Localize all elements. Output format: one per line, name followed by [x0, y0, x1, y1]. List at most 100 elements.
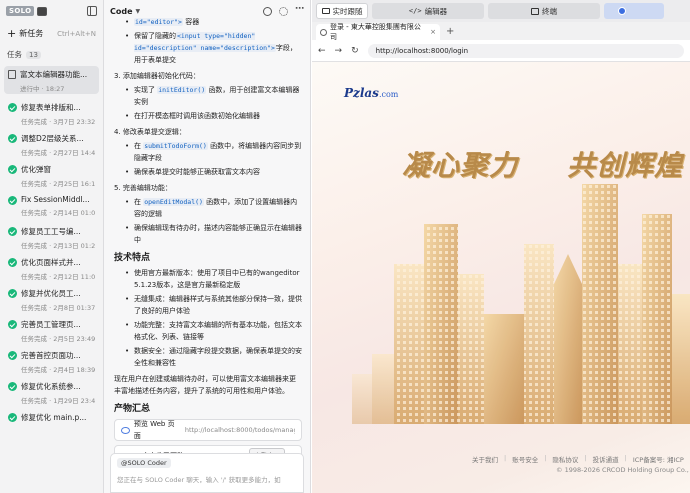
list-item-text: 在: [134, 198, 141, 206]
task-meta: 任务完成 · 2月14日 01:05: [21, 209, 95, 217]
task-item[interactable]: 优化页面样式并... 任务完成 · 2月12日 11:05: [4, 254, 99, 281]
check-circle-icon: [8, 382, 17, 391]
preview-card[interactable]: 预览 Web 页面 http://localhost:8000/todos/ma…: [114, 419, 302, 441]
task-meta: 任务完成 · 2月25日 16:17: [21, 180, 95, 188]
check-circle-icon: [8, 289, 17, 298]
footer-link[interactable]: 投诉通道: [593, 454, 619, 464]
terminal-icon: [531, 7, 539, 15]
task-meta: 任务完成 · 1月29日 23:44: [21, 397, 95, 405]
list-item-text: 在: [134, 142, 141, 150]
list-item: 数据安全：通过隐藏字段提交数据，确保表单提交的安全性和兼容性: [114, 345, 302, 369]
more-icon[interactable]: [295, 4, 304, 16]
task-item[interactable]: 优化弹窗任务完成 · 2月25日 16:17: [4, 161, 99, 188]
task-meta: 任务完成 · 2月12日 11:05: [21, 273, 95, 281]
inline-code: submitTodoForm(): [143, 142, 208, 150]
step-heading: 4. 修改表单提交逻辑：: [114, 128, 186, 136]
forward-icon[interactable]: →: [335, 46, 343, 56]
reload-icon[interactable]: ↻: [351, 46, 359, 56]
address-bar: ← → ↻ http://localhost:8000/login: [312, 40, 690, 62]
task-meta: 任务完成 · 2月5日 23:49: [21, 335, 95, 343]
task-meta: 任务完成 · 2月4日 18:39: [21, 366, 95, 374]
task-meta: 任务完成 · 2月8日 01:37: [21, 304, 95, 312]
task-item[interactable]: 修复优化 main.p...: [4, 409, 99, 435]
task-item[interactable]: 富文本编辑器功能... 进行中 · 18:27: [4, 66, 99, 94]
app-icon: [37, 6, 48, 16]
separator: |: [584, 454, 587, 462]
task-item[interactable]: 修复员工工号编... 任务完成 · 2月13日 01:23: [4, 223, 99, 250]
inline-code: initEditor(): [157, 86, 207, 94]
chat-input[interactable]: @SOLO Coder 您正在与 SOLO Coder 聊天，输入 '/' 获取…: [110, 453, 304, 493]
agent-mention-chip[interactable]: @SOLO Coder: [117, 458, 171, 468]
chat-message: id="editor"> 容器 保留了隐藏的<input type="hidde…: [104, 16, 310, 467]
task-title: 修复表单排版和...: [21, 103, 81, 112]
login-page: Pzlas.com 凝心聚力 共创辉煌 关于我们 | 账号安全 | 隐私协议 |…: [312, 62, 690, 493]
close-icon[interactable]: ×: [430, 28, 436, 36]
task-item[interactable]: 完善员工管理页... 任务完成 · 2月5日 23:49: [4, 316, 99, 343]
back-icon[interactable]: ←: [318, 46, 326, 56]
check-circle-icon: [8, 320, 17, 329]
tab-label: 实时跟随: [332, 6, 363, 16]
footer-link[interactable]: 隐私协议: [552, 454, 578, 464]
footer-links: 关于我们 | 账号安全 | 隐私协议 | 投诉通道 | ICP备案号: 湘ICP: [472, 454, 684, 464]
task-item[interactable]: 修复表单排版和... 任务完成 · 3月7日 23:32: [4, 99, 99, 126]
task-title: 修复并优化员工...: [21, 289, 81, 298]
brand-logo: Pzlas.com: [344, 86, 398, 100]
check-circle-icon: [8, 227, 17, 236]
tab-browser[interactable]: [604, 3, 664, 19]
task-item[interactable]: 修复并优化员工... 任务完成 · 2月8日 01:37: [4, 285, 99, 312]
browser-tabstrip: 登录 - 東大華控股集團有限公司 × +: [312, 22, 690, 41]
tab-editor[interactable]: </> 编辑器: [372, 3, 484, 19]
sidebar-toggle-icon[interactable]: [87, 6, 97, 16]
list-item: 确保表单提交时能够正确获取富文本内容: [114, 166, 302, 178]
artifacts-heading: 产物汇总: [114, 404, 151, 414]
check-circle-icon: [8, 165, 17, 174]
task-list-header: 任务 13: [0, 41, 103, 66]
task-title: 修复优化系统参...: [21, 382, 81, 391]
task-title: Fix SessionMiddl...: [21, 195, 90, 204]
tab-live-follow[interactable]: 实时跟随: [316, 3, 368, 19]
browser-icon: [618, 7, 626, 15]
check-circle-icon: [8, 351, 17, 360]
code-icon: </>: [408, 7, 422, 15]
new-task-label: 新任务: [19, 29, 44, 38]
gear-icon[interactable]: [279, 6, 288, 16]
task-title: 修复优化 main.p...: [21, 413, 87, 422]
tab-terminal[interactable]: 终端: [488, 3, 600, 19]
task-meta: 任务完成 · 2月13日 01:23: [21, 242, 95, 250]
chevron-down-icon[interactable]: ▼: [136, 8, 141, 15]
check-circle-icon: [8, 103, 17, 112]
task-title: 优化弹窗: [21, 165, 51, 174]
task-item[interactable]: Fix SessionMiddl... 任务完成 · 2月14日 01:05: [4, 192, 99, 218]
list-item: 在打开模态框时调用该函数初始化编辑器: [114, 110, 302, 122]
inline-code: openEditModal(): [143, 198, 204, 206]
url-input[interactable]: http://localhost:8000/login: [367, 43, 684, 58]
footer-link[interactable]: 账号安全: [512, 454, 538, 464]
panel-tabbar: 实时跟随 </> 编辑器 终端: [312, 0, 690, 22]
task-title: 完善首控页面功...: [21, 351, 81, 360]
brand-suffix: .com: [378, 90, 399, 99]
separator: |: [544, 454, 547, 462]
task-item[interactable]: 完善首控页面功... 任务完成 · 2月4日 18:39: [4, 347, 99, 374]
list-item: id="editor"> 容器: [114, 16, 302, 28]
list-item: 在 submitTodoForm() 函数中，将编辑器内容同步到隐藏字段: [114, 140, 302, 164]
monitor-icon: [321, 8, 330, 14]
chat-input-placeholder: 您正在与 SOLO Coder 聊天，输入 '/' 获取更多能力，如: [117, 476, 281, 484]
list-item: 无缝集成：编辑器样式与系统其他部分保持一致，提供了良好的用户体验: [114, 293, 302, 317]
new-tab-icon[interactable]: +: [446, 26, 454, 37]
task-list: 富文本编辑器功能... 进行中 · 18:27 修复表单排版和... 任务完成 · …: [0, 66, 103, 435]
plus-icon: +: [7, 26, 17, 40]
footer-link[interactable]: 关于我们: [472, 454, 498, 464]
footer-link[interactable]: ICP备案号: 湘ICP: [633, 454, 684, 464]
task-item[interactable]: 修复优化系统参... 任务完成 · 1月29日 23:44: [4, 378, 99, 405]
browser-tab[interactable]: 登录 - 東大華控股集團有限公司 ×: [316, 23, 440, 41]
task-sidebar: SOLO + 新任务 Ctrl+Alt+N 任务 13 富文本编辑器功能... 进…: [0, 0, 104, 493]
task-item[interactable]: 调整D2层级关系... 任务完成 · 2月27日 14:44: [4, 130, 99, 157]
separator: |: [504, 454, 507, 462]
new-task-button[interactable]: + 新任务 Ctrl+Alt+N: [0, 22, 103, 41]
task-meta: 进行中 · 18:27: [20, 85, 65, 93]
check-circle-icon: [8, 196, 17, 205]
list-item: 保留了隐藏的<input type="hidden" id="descripti…: [114, 30, 302, 66]
tab-label: 终端: [542, 6, 557, 16]
history-icon[interactable]: [263, 6, 272, 16]
task-title: 完善员工管理页...: [21, 320, 81, 329]
